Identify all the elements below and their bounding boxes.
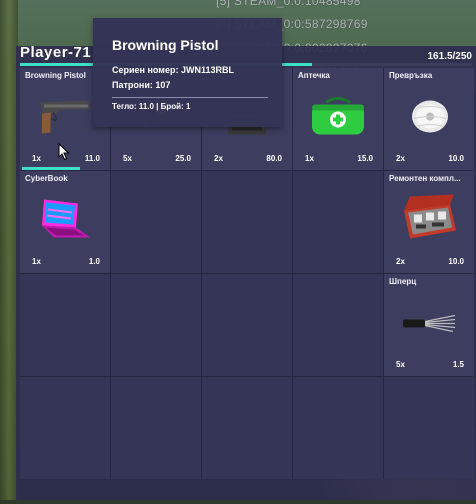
repair-kit-icon	[398, 194, 460, 250]
slot-item-name: Шперц	[389, 277, 417, 286]
console-line: [5] STEAM_0:0:10485498	[216, 0, 361, 8]
inventory-slot[interactable]: Ремонтен компл... 2x 10.0	[384, 171, 474, 273]
inventory-slot-empty[interactable]	[20, 274, 110, 376]
slot-quantity: 1x	[32, 257, 41, 266]
tooltip-serial-label: Сериен номер:	[112, 65, 179, 75]
bandage-icon	[406, 97, 452, 142]
inventory-slot[interactable]: Превръзка 2x 10.0	[384, 68, 474, 170]
item-tooltip: Browning Pistol Сериен номер: JWN113RBL …	[93, 18, 282, 127]
slot-item-name: CyberBook	[25, 174, 68, 183]
slot-item-name: Превръзка	[389, 71, 433, 80]
slot-weight: 10.0	[448, 257, 464, 266]
laptop-icon	[36, 198, 94, 247]
slot-weight: 1.0	[88, 257, 100, 266]
slot-weight: 10.0	[448, 154, 464, 163]
inventory-slot[interactable]: Шперц 5x 1.5	[384, 274, 474, 376]
pistol-icon	[36, 97, 94, 142]
slot-quantity: 1x	[305, 154, 314, 163]
slot-weight: 15.0	[357, 154, 373, 163]
inventory-slot-empty[interactable]	[202, 274, 292, 376]
slot-quantity: 1x	[32, 154, 41, 163]
inventory-slot-empty[interactable]	[111, 377, 201, 479]
tooltip-ammo-row: Патрони: 107	[112, 80, 170, 90]
slot-quantity: 2x	[396, 154, 405, 163]
tooltip-separator	[112, 97, 268, 98]
slot-item-name: Аптечка	[298, 71, 330, 80]
inventory-slot-empty[interactable]	[111, 274, 201, 376]
slot-weight: 1.5	[452, 360, 464, 369]
inventory-slot-empty[interactable]	[384, 377, 474, 479]
inventory-grid: Browning Pistol 1x 11.0 5x 25.0 2x 80.0 Аптечка…	[20, 68, 474, 479]
tooltip-footer: Тегло: 11.0 | Брой: 1	[112, 102, 191, 111]
inventory-weight: 161.5/250	[427, 51, 473, 62]
inventory-slot[interactable]: CyberBook 1x 1.0	[20, 171, 110, 273]
inventory-slot-empty[interactable]	[202, 171, 292, 273]
slot-quantity: 2x	[214, 154, 223, 163]
inventory-slot[interactable]: Аптечка 1x 15.0	[293, 68, 383, 170]
inventory-slot-empty[interactable]	[293, 377, 383, 479]
tooltip-ammo-label: Патрони:	[112, 80, 153, 90]
inventory-title: Player-71	[20, 44, 92, 61]
lockpick-icon	[399, 312, 459, 339]
slot-quantity: 5x	[123, 154, 132, 163]
slot-quantity: 5x	[396, 360, 405, 369]
mouse-cursor-icon	[58, 143, 70, 161]
inventory-slot-empty[interactable]	[293, 274, 383, 376]
slot-weight: 25.0	[175, 154, 191, 163]
tooltip-serial-row: Сериен номер: JWN113RBL	[112, 65, 234, 75]
tooltip-serial-value: JWN113RBL	[180, 65, 234, 75]
medkit-icon	[308, 95, 368, 144]
tooltip-title: Browning Pistol	[112, 37, 219, 53]
slot-item-name: Browning Pistol	[25, 71, 86, 80]
durability-bar	[22, 167, 80, 170]
slot-item-name: Ремонтен компл...	[389, 174, 461, 183]
slot-weight: 11.0	[84, 154, 100, 163]
inventory-slot-empty[interactable]	[293, 171, 383, 273]
inventory-slot-empty[interactable]	[20, 377, 110, 479]
slot-quantity: 2x	[396, 257, 405, 266]
inventory-slot-empty[interactable]	[202, 377, 292, 479]
slot-weight: 80.0	[266, 154, 282, 163]
inventory-slot-empty[interactable]	[111, 171, 201, 273]
tooltip-ammo-value: 107	[155, 80, 171, 90]
